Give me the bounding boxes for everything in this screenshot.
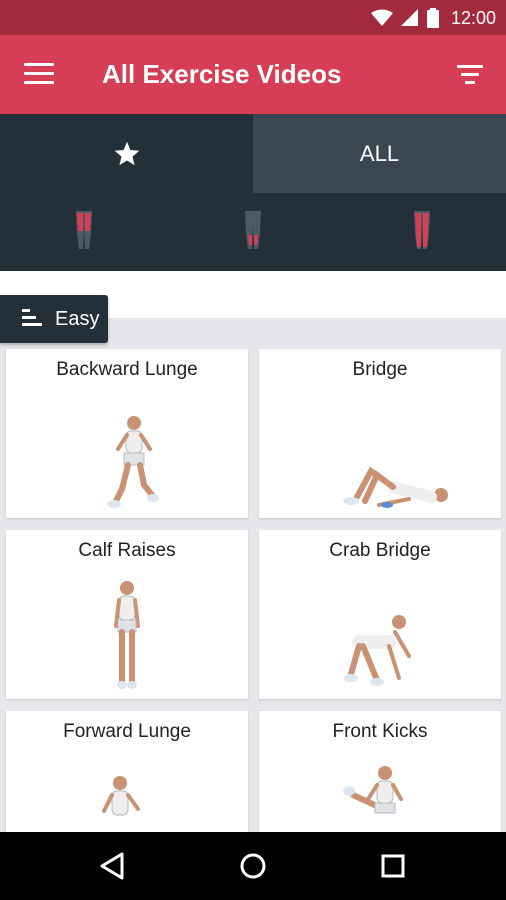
legs-front-icon[interactable] xyxy=(74,211,94,251)
exercise-card[interactable]: Crab Bridge xyxy=(259,530,501,699)
exercise-figure xyxy=(343,466,448,508)
exercise-figure xyxy=(114,581,140,689)
exercise-title: Front Kicks xyxy=(332,721,428,742)
status-icons: 12:00 xyxy=(370,6,496,30)
exercise-title: Backward Lunge xyxy=(56,359,198,380)
app-bar: All Exercise Videos xyxy=(0,35,506,114)
wifi-icon xyxy=(370,9,393,26)
status-bar: 12:00 xyxy=(0,0,506,35)
home-circle-icon[interactable] xyxy=(236,849,270,883)
tab-all[interactable]: ALL xyxy=(253,114,506,193)
menu-icon[interactable] xyxy=(24,63,54,85)
tab-favorites[interactable] xyxy=(0,114,253,193)
tab-bar: ALL xyxy=(0,114,506,193)
back-triangle-icon[interactable] xyxy=(96,849,130,883)
legs-back-icon[interactable] xyxy=(243,211,263,251)
battery-icon xyxy=(426,8,439,28)
exercise-figure xyxy=(344,615,411,686)
signal-icon xyxy=(400,9,418,26)
exercise-title: Calf Raises xyxy=(78,540,176,561)
exercise-card[interactable]: Front Kicks xyxy=(259,711,501,832)
status-time: 12:00 xyxy=(450,7,496,28)
exercise-figure xyxy=(107,416,159,508)
system-nav-bar xyxy=(0,832,506,900)
exercise-card[interactable]: Backward Lunge xyxy=(6,349,248,518)
legs-full-icon[interactable] xyxy=(412,211,432,251)
exercise-title: Forward Lunge xyxy=(63,721,191,742)
exercise-card[interactable]: Forward Lunge xyxy=(6,711,248,832)
exercise-title: Bridge xyxy=(352,359,408,380)
exercise-title: Crab Bridge xyxy=(329,540,431,561)
body-part-filter xyxy=(0,193,506,271)
star-icon xyxy=(114,141,139,165)
level-bars-icon xyxy=(22,309,44,329)
filter-icon[interactable] xyxy=(456,65,484,85)
exercise-figure xyxy=(343,766,403,814)
exercise-card[interactable]: Calf Raises xyxy=(6,530,248,699)
recents-square-icon[interactable] xyxy=(376,849,410,883)
page-title: All Exercise Videos xyxy=(102,59,342,89)
exercise-figure xyxy=(102,776,140,816)
level-label: Easy xyxy=(55,308,100,330)
exercise-card[interactable]: Bridge xyxy=(259,349,501,518)
difficulty-level-tag[interactable]: Easy xyxy=(0,295,108,343)
exercise-grid: Backward Lunge Bridge Calf Raises Crab B… xyxy=(0,318,506,832)
